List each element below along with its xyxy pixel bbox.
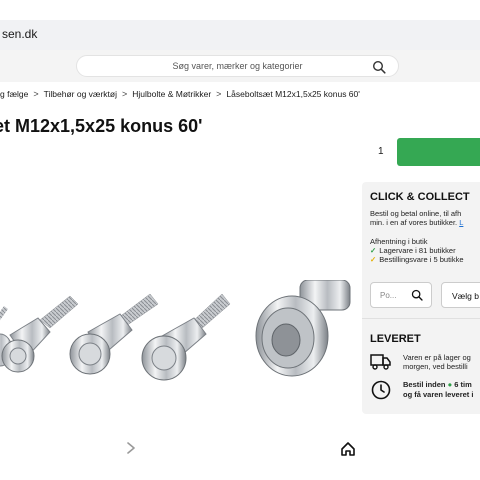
stock-status-yellow: ✓ Bestillingsvare i 5 butikke: [370, 255, 464, 264]
delivery-deadline: Bestil inden ● 6 tim: [403, 380, 472, 389]
delivery-heading: LEVERET: [370, 333, 421, 345]
postcode-input[interactable]: Po...: [370, 282, 432, 308]
deadline-value: 6 tim: [454, 380, 472, 389]
stock-yellow-label: Bestillingsvare i 5 butikke: [379, 255, 464, 264]
add-to-cart-button[interactable]: [397, 138, 480, 166]
choose-store-label: Vælg b: [452, 291, 479, 301]
bolt-image-4: [141, 293, 231, 381]
pickup-heading: Afhentning i butik: [370, 237, 428, 246]
chevron-right-icon[interactable]: [124, 441, 138, 455]
truck-icon: [370, 354, 391, 370]
click-collect-text: Bestil og betal online, til afh: [370, 209, 462, 218]
breadcrumb-item[interactable]: g fælge: [0, 89, 28, 99]
site-domain[interactable]: sen.dk: [2, 27, 37, 41]
breadcrumb-item[interactable]: Hjulbolte & Møtrikker: [132, 89, 211, 99]
bolt-image-2: [1, 295, 79, 373]
divider: [362, 318, 480, 319]
breadcrumb-item[interactable]: Tilbehør og værktøj: [44, 89, 117, 99]
choose-store-button[interactable]: Vælg b: [441, 282, 480, 308]
breadcrumb: g fælge > Tilbehør og værktøj > Hjulbolte & …: [0, 89, 360, 103]
search-icon[interactable]: [372, 60, 386, 74]
click-collect-text-2: min. i en af vores butikker. L: [370, 218, 463, 227]
delivery-deadline-2: og få varen leveret i: [403, 390, 474, 399]
chevron-right-icon: >: [122, 89, 128, 99]
stock-green-label: Lagervare i 81 butikker: [379, 246, 456, 255]
chevron-right-icon: >: [216, 89, 222, 99]
check-icon: ✓: [370, 246, 377, 255]
chevron-right-icon: >: [33, 89, 39, 99]
click-collect-heading: CLICK & COLLECT: [370, 191, 470, 203]
top-bar: sen.dk: [0, 20, 480, 50]
click-collect-text-prefix: min. i en af vores butikker.: [370, 218, 458, 227]
quantity-stepper[interactable]: 1: [378, 146, 384, 157]
search-icon[interactable]: [411, 289, 423, 301]
product-image: [0, 280, 351, 381]
breadcrumb-item-current[interactable]: Låseboltsæt M12x1,5x25 konus 60': [226, 89, 359, 99]
check-icon: ✓: [370, 255, 377, 264]
delivery-text: Varen er på lager og: [403, 353, 471, 362]
clock-small-icon: ●: [447, 380, 453, 389]
read-more-link[interactable]: L: [459, 218, 463, 227]
home-icon[interactable]: [340, 441, 356, 457]
page-title: et M12x1,5x25 konus 60': [0, 116, 203, 136]
clock-icon: [371, 380, 391, 400]
search-input[interactable]: Søg varer, mærker og kategorier: [76, 55, 399, 77]
stock-status-green: ✓ Lagervare i 81 butikker: [370, 246, 456, 255]
postcode-placeholder: Po...: [380, 291, 397, 300]
delivery-text-2: morgen, ved bestilli: [403, 362, 468, 371]
deadline-prefix: Bestil inden: [403, 380, 446, 389]
search-placeholder: Søg varer, mærker og kategorier: [172, 61, 303, 71]
key-socket-image: [255, 280, 351, 377]
